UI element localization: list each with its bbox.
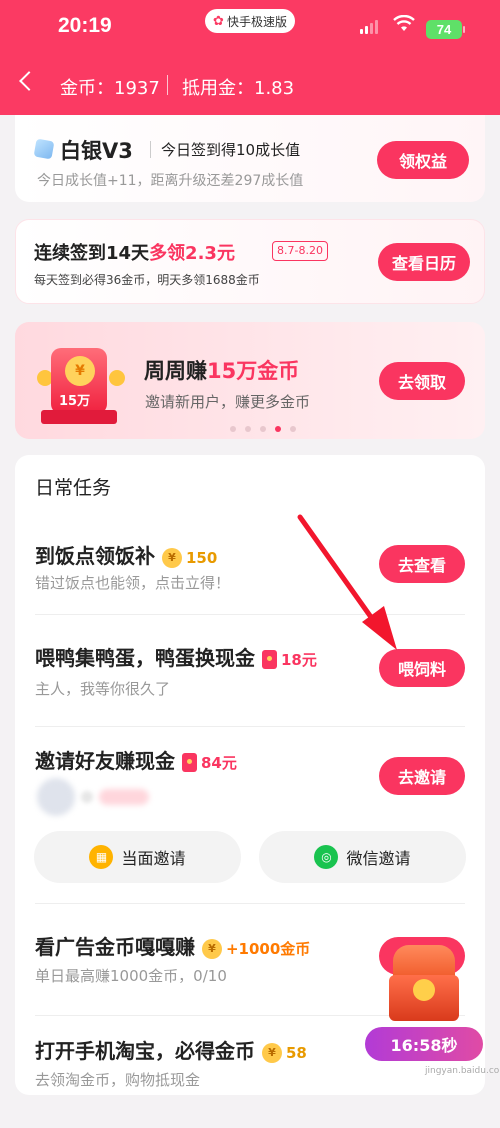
signin-growth: 今日签到得10成长值 — [161, 141, 301, 159]
divider — [150, 141, 151, 158]
qr-code-icon: ▦ — [89, 845, 114, 869]
back-button[interactable] — [14, 68, 38, 98]
task-name: 看广告金币嘎嘎赚 — [35, 935, 195, 959]
task-desc: 错过饭点也能领，点击立得！ — [35, 574, 231, 592]
weekly-title-prefix: 周周赚 — [144, 359, 207, 383]
membership-level: 白银V3 — [60, 139, 133, 163]
task-name: 到饭点领饭补 — [35, 544, 155, 568]
wifi-icon — [393, 14, 415, 38]
app-source-pill[interactable]: ✿ 快手极速版 — [205, 9, 295, 33]
battery-level: 74 — [436, 22, 452, 37]
claim-weekly-button[interactable]: 去领取 — [379, 362, 465, 400]
carousel-dot[interactable] — [290, 426, 296, 432]
carousel-dot-active[interactable] — [275, 426, 281, 432]
deduction-balance: 抵用金：1.83 — [182, 78, 295, 99]
wechat-invite-label: 微信邀请 — [346, 849, 411, 868]
task-row: 喂鸭集鸭蛋，鸭蛋换现金 18元 主人，我等你很久了 喂饲料 — [15, 615, 485, 727]
task-reward: 18元 — [280, 651, 317, 669]
invite-button[interactable]: 去邀请 — [379, 757, 465, 795]
streak-date-range: 8.7-8.20 — [272, 241, 328, 261]
task-reward: 150 — [185, 548, 218, 567]
cellular-signal-icon — [360, 20, 378, 34]
top-header: 20:19 ✿ 快手极速版 74 金币：1937 抵用金：1.83 — [0, 0, 500, 115]
treasure-chest-icon[interactable] — [383, 945, 465, 1023]
go-view-button[interactable]: 去查看 — [379, 545, 465, 583]
weekly-title-highlight: 15万金币 — [207, 359, 300, 383]
carousel-dots[interactable] — [230, 426, 296, 432]
growth-progress-text: 今日成长值+11，距离升级还差297成长值 — [37, 173, 304, 189]
coin-icon: ¥ — [201, 938, 222, 959]
task-name: 喂鸭集鸭蛋，鸭蛋换现金 — [35, 646, 255, 670]
task-name: 邀请好友赚现金 — [35, 749, 175, 773]
app-name: 快手极速版 — [226, 14, 287, 29]
streak-subtitle: 每天签到必得36金币，明天多领1688金币 — [34, 273, 260, 287]
streak-title-highlight: 多领2.3元 — [149, 243, 235, 264]
task-reward: 58 — [285, 1043, 307, 1062]
task-name: 打开手机淘宝，必得金币 — [35, 1039, 255, 1063]
task-reward: 84元 — [200, 754, 237, 772]
face-invite-label: 当面邀请 — [121, 849, 186, 868]
task-row: 到饭点领饭补 ¥150 错过饭点也能领，点击立得！ 去查看 — [15, 503, 485, 615]
carousel-dot[interactable] — [260, 426, 266, 432]
red-envelope-icon — [261, 650, 277, 669]
battery-icon: 74 — [426, 20, 465, 39]
task-desc: 主人，我等你很久了 — [35, 680, 171, 698]
claim-benefits-button[interactable]: 领权益 — [377, 141, 469, 179]
daily-tasks-heading: 日常任务 — [35, 477, 112, 499]
carousel-dot[interactable] — [230, 426, 236, 432]
coin-balance: 金币：1937 — [60, 78, 160, 99]
blurred-friend-info — [37, 778, 149, 816]
streak-title-prefix: 连续签到14天 — [34, 243, 150, 264]
red-envelope-icon — [181, 753, 197, 772]
silver-gem-icon — [33, 138, 55, 160]
watermark-text: jingyan.baidu.com — [425, 1066, 500, 1076]
weekly-earn-banner[interactable]: ¥ 15万 周周赚15万金币 邀请新用户，赚更多金币 去领取 — [15, 322, 485, 439]
task-desc: 去领淘金币，购物抵现金 — [35, 1071, 201, 1089]
weekly-subtitle: 邀请新用户，赚更多金币 — [145, 393, 311, 411]
wechat-invite-button[interactable]: ◎ 微信邀请 — [259, 831, 466, 883]
yuan-coin-icon: ¥ — [65, 356, 95, 386]
view-calendar-button[interactable]: 查看日历 — [378, 243, 470, 281]
task-desc: 单日最高赚1000金币，0/10 — [35, 967, 227, 985]
carousel-dot[interactable] — [245, 426, 251, 432]
streak-title: 连续签到14天多领2.3元 — [34, 239, 235, 265]
weekly-title: 周周赚15万金币 — [144, 355, 299, 385]
coin-icon: ¥ — [161, 547, 182, 568]
kuaishou-app-icon: ✿ — [213, 13, 224, 29]
prize-label: 15万 — [59, 394, 91, 409]
feed-button[interactable]: 喂饲料 — [379, 649, 465, 687]
red-envelope-prize-icon: ¥ 15万 — [37, 340, 125, 426]
wechat-icon: ◎ — [314, 845, 339, 869]
header-divider — [167, 75, 168, 95]
coin-icon: ¥ — [261, 1042, 282, 1063]
chest-countdown-timer[interactable]: 16:58秒 — [365, 1027, 483, 1061]
face-to-face-invite-button[interactable]: ▦ 当面邀请 — [34, 831, 241, 883]
status-time: 20:19 — [58, 14, 112, 37]
task-reward: +1000金币 — [225, 940, 311, 958]
membership-card: 白银V3 今日签到得10成长值 今日成长值+11，距离升级还差297成长值 领权… — [15, 115, 485, 202]
signin-streak-card: 连续签到14天多领2.3元 8.7-8.20 每天签到必得36金币，明天多领16… — [15, 219, 485, 304]
